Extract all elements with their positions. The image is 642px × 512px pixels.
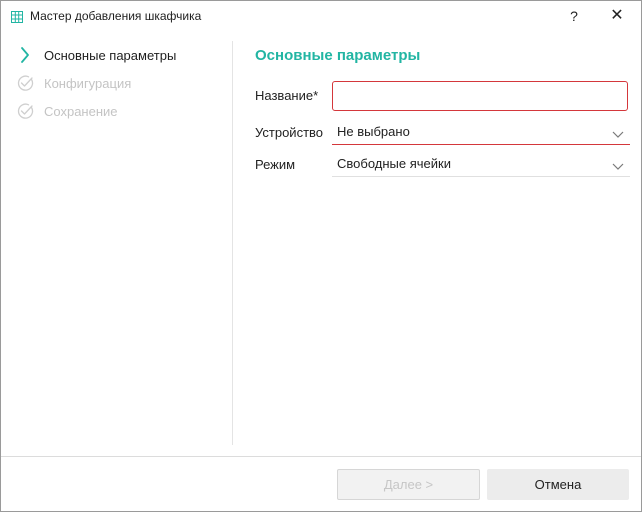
next-button[interactable]: Далее > — [337, 469, 480, 500]
step-basic-params[interactable]: Основные параметры — [17, 45, 227, 65]
check-circle-icon — [17, 75, 35, 91]
wizard-window: Мастер добавления шкафчика ? ✕ Основные … — [0, 0, 642, 512]
device-select-value: Не выбрано — [337, 124, 410, 139]
title-bar: Мастер добавления шкафчика ? ✕ — [1, 1, 641, 32]
step-label: Конфигурация — [44, 76, 132, 91]
name-input[interactable] — [332, 81, 628, 111]
chevron-right-icon — [17, 47, 35, 63]
section-title: Основные параметры — [255, 47, 421, 64]
cancel-button[interactable]: Отмена — [487, 469, 629, 500]
footer-divider — [1, 456, 641, 457]
step-label: Сохранение — [44, 104, 118, 119]
window-title: Мастер добавления шкафчика — [30, 9, 202, 23]
sidebar-divider — [232, 41, 233, 445]
check-circle-icon — [17, 103, 35, 119]
mode-label: Режим — [255, 157, 296, 172]
mode-select-value: Свободные ячейки — [337, 156, 451, 171]
chevron-down-icon — [612, 158, 624, 170]
step-configuration: Конфигурация — [17, 73, 227, 93]
name-label: Название* — [255, 88, 319, 103]
step-label: Основные параметры — [44, 48, 177, 63]
step-saving: Сохранение — [17, 101, 227, 121]
close-button[interactable]: ✕ — [607, 6, 627, 26]
table-grid-icon — [11, 10, 23, 23]
help-button[interactable]: ? — [566, 6, 582, 26]
chevron-down-icon — [612, 126, 624, 138]
device-label: Устройство — [255, 125, 324, 140]
device-select[interactable]: Не выбрано — [332, 120, 630, 145]
mode-select[interactable]: Свободные ячейки — [332, 152, 630, 177]
